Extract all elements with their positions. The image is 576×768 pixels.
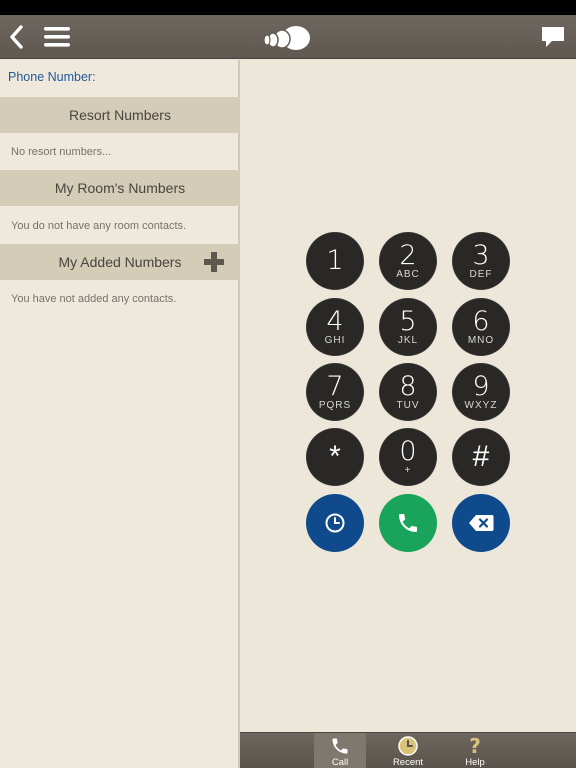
key-digit: 4 (326, 306, 344, 337)
dialer-panel: 1 2 ABC 3 DEF 4 GHI 5 JKL 6 MNO 7 PQRS 8… (242, 60, 576, 732)
key-letters: + (404, 465, 412, 476)
keypad-key-9[interactable]: 9 WXYZ (452, 363, 510, 421)
tab-call[interactable]: Call (314, 733, 366, 768)
speech-bubble-icon (542, 27, 564, 47)
key-digit: 7 (326, 371, 344, 402)
section-header-added-numbers: My Added Numbers (0, 244, 240, 280)
call-button[interactable] (379, 494, 437, 552)
key-digit: 9 (472, 371, 490, 402)
recent-calls-button[interactable] (306, 494, 364, 552)
bottom-tab-bar: Call Recent ? Help (240, 732, 576, 768)
key-digit: 3 (472, 240, 490, 271)
key-digit: * (329, 440, 341, 473)
tab-label: Call (331, 757, 349, 768)
chevron-left-icon (10, 25, 23, 49)
keypad-key-5[interactable]: 5 JKL (379, 298, 437, 356)
key-digit: 1 (326, 245, 344, 276)
key-letters: TUV (396, 400, 420, 411)
keypad-key-1[interactable]: 1 (306, 232, 364, 290)
key-digit: 8 (399, 371, 417, 402)
back-button[interactable] (4, 22, 28, 52)
phone-number-label: Phone Number: (8, 70, 96, 84)
add-contact-button[interactable] (204, 252, 224, 272)
key-digit: 0 (399, 436, 417, 467)
section-empty-message: You do not have any room contacts. (11, 220, 187, 232)
section-empty-message: You have not added any contacts. (11, 293, 177, 305)
key-digit: 6 (472, 306, 490, 337)
clock-icon (397, 735, 419, 757)
tab-help[interactable]: ? Help (449, 733, 501, 768)
keypad-key-4[interactable]: 4 GHI (306, 298, 364, 356)
keypad-key-star[interactable]: * (306, 428, 364, 486)
key-letters: MNO (467, 335, 495, 346)
section-title: My Added Numbers (58, 254, 182, 270)
clock-icon (325, 513, 345, 533)
key-letters: GHI (324, 335, 346, 346)
keypad-key-hash[interactable]: # (452, 428, 510, 486)
top-navigation-bar (0, 15, 576, 59)
key-digit: 5 (399, 306, 417, 337)
key-letters: DEF (469, 269, 493, 280)
keypad-key-6[interactable]: 6 MNO (452, 298, 510, 356)
section-header-resort-numbers: Resort Numbers (0, 97, 240, 133)
key-digit: # (472, 440, 490, 473)
contacts-sidebar: Phone Number: Resort Numbers No resort n… (0, 60, 240, 768)
key-letters: PQRS (318, 400, 352, 411)
backspace-icon (469, 515, 494, 531)
menu-button[interactable] (42, 24, 72, 50)
key-letters: ABC (396, 269, 420, 280)
key-letters: WXYZ (464, 400, 498, 411)
plus-icon (204, 252, 224, 272)
messages-button[interactable] (538, 23, 568, 51)
question-icon: ? (469, 734, 481, 758)
hamburger-menu-icon (44, 27, 70, 47)
keypad-key-3[interactable]: 3 DEF (452, 232, 510, 290)
keypad-key-0[interactable]: 0 + (379, 428, 437, 486)
shell-logo-icon (262, 22, 314, 52)
key-digit: 2 (399, 240, 417, 271)
phone-icon (399, 514, 417, 532)
tab-label: Help (465, 757, 485, 768)
section-title: Resort Numbers (69, 107, 171, 123)
keypad-key-8[interactable]: 8 TUV (379, 363, 437, 421)
delete-digit-button[interactable] (452, 494, 510, 552)
key-letters: JKL (397, 335, 419, 346)
section-header-room-numbers: My Room's Numbers (0, 170, 240, 206)
keypad-key-2[interactable]: 2 ABC (379, 232, 437, 290)
status-bar (0, 0, 576, 15)
tab-label: Recent (392, 757, 424, 768)
section-empty-message: No resort numbers... (11, 146, 112, 158)
keypad-key-7[interactable]: 7 PQRS (306, 363, 364, 421)
section-title: My Room's Numbers (54, 180, 186, 196)
phone-icon (330, 735, 350, 757)
tab-recent[interactable]: Recent (382, 733, 434, 768)
